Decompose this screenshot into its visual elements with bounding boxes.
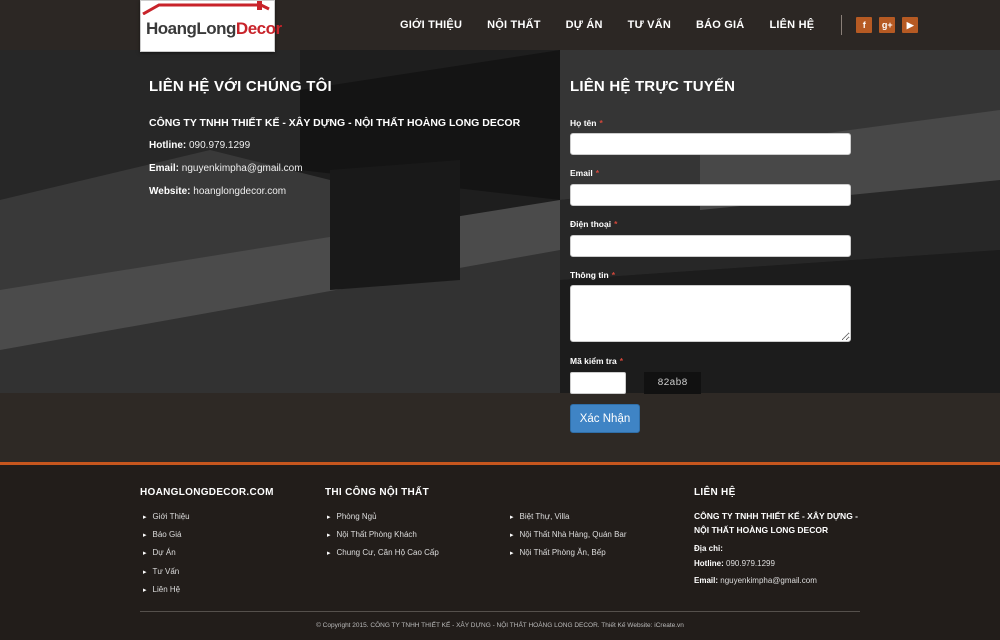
phone-label: Điện thoại * [570,219,618,229]
submit-button[interactable]: Xác Nhận [570,404,640,433]
site-logo[interactable]: HoangLongDecor [140,0,282,52]
captcha-image: 82ab8 [644,372,701,394]
footer-link-lien-he[interactable]: Liên Hệ [143,585,181,594]
name-input[interactable] [570,133,851,155]
google-plus-icon[interactable]: g+ [879,17,896,33]
footer-link-nha-hang[interactable]: Nội Thất Nhà Hàng, Quán Bar [510,530,627,539]
footer-col4-title: LIÊN HỆ [694,487,736,498]
email-value: nguyenkimpha@gmail.com [181,163,303,174]
message-label: Thông tin * [570,270,616,280]
hotline-value: 090.979.1299 [189,140,251,151]
nav-gioi-thieu[interactable]: GIỚI THIỆU [400,19,462,31]
nav-du-an[interactable]: DỰ ÁN [566,19,603,31]
nav-noi-that[interactable]: NỘI THẤT [487,19,541,31]
footer-link-tu-van[interactable]: Tư Vấn [143,567,180,576]
logo-roof-icon [142,1,270,15]
footer-link-gioi-thieu[interactable]: Giới Thiệu [143,512,190,521]
footer-col2-title: THI CÔNG NỘI THẤT [325,487,429,498]
company-name: CÔNG TY TNHH THIẾT KẾ - XÂY DỰNG - NỘI T… [149,117,521,129]
message-textarea[interactable] [570,285,851,342]
footer-link-du-an[interactable]: Dự Án [143,548,176,557]
website-info: Website: hoanglongdecor.com [149,186,287,197]
name-label: Họ tên * [570,118,603,128]
footer-hotline: Hotline: 090.979.1299 [694,559,775,568]
email-info: Email: nguyenkimpha@gmail.com [149,163,303,174]
footer-link-chung-cu[interactable]: Chung Cư, Căn Hộ Cao Cấp [327,548,439,557]
nav-separator [841,15,843,35]
footer-link-biet-thu[interactable]: Biệt Thự, Villa [510,512,570,521]
hotline-info: Hotline: 090.979.1299 [149,140,251,151]
form-heading: LIÊN HỆ TRỰC TUYẾN [570,78,736,95]
copyright-text: © Copyright 2015. CÔNG TY TNHH THIẾT KẾ … [316,622,684,629]
email-label: Email * [570,168,599,178]
email-input[interactable] [570,184,851,206]
nav-lien-he[interactable]: LIÊN HỆ [769,19,814,31]
footer-company-name: CÔNG TY TNHH THIẾT KẾ - XÂY DỰNG - NỘI T… [694,511,858,535]
captcha-label: Mã kiểm tra * [570,356,624,366]
footer-address: Địa chỉ: [694,544,723,553]
contact-heading: LIÊN HỆ VỚI CHÚNG TÔI [149,78,332,95]
content-band [0,393,1000,462]
nav-bao-gia[interactable]: BÁO GIÁ [696,19,744,31]
social-links: f g+ ▶ [856,17,919,33]
youtube-icon[interactable]: ▶ [902,17,919,33]
footer-link-bao-gia[interactable]: Báo Giá [143,530,182,539]
logo-wordmark: HoangLongDecor [146,19,282,38]
footer-email: Email: nguyenkimpha@gmail.com [694,576,817,585]
footer-hotline-value: 090.979.1299 [726,559,775,568]
facebook-icon[interactable]: f [856,17,873,33]
footer-link-phong-an[interactable]: Nội Thất Phòng Ăn, Bếp [510,548,606,557]
nav-tu-van[interactable]: TƯ VẤN [628,19,671,31]
footer-link-phong-ngu[interactable]: Phòng Ngủ [327,512,377,521]
footer-separator [140,611,860,612]
footer-link-phong-khach[interactable]: Nội Thất Phòng Khách [327,530,417,539]
top-navigation-bar: HoangLongDecor GIỚI THIỆU NỘI THẤT DỰ ÁN… [0,0,1000,52]
captcha-input[interactable] [570,372,626,394]
main-nav: GIỚI THIỆU NỘI THẤT DỰ ÁN TƯ VẤN BÁO GIÁ… [400,0,919,50]
phone-input[interactable] [570,235,851,257]
hero-background-image [0,50,1000,393]
footer-email-value: nguyenkimpha@gmail.com [720,576,817,585]
footer-col1-title: HOANGLONGDECOR.COM [140,487,274,498]
website-value: hoanglongdecor.com [193,186,287,197]
